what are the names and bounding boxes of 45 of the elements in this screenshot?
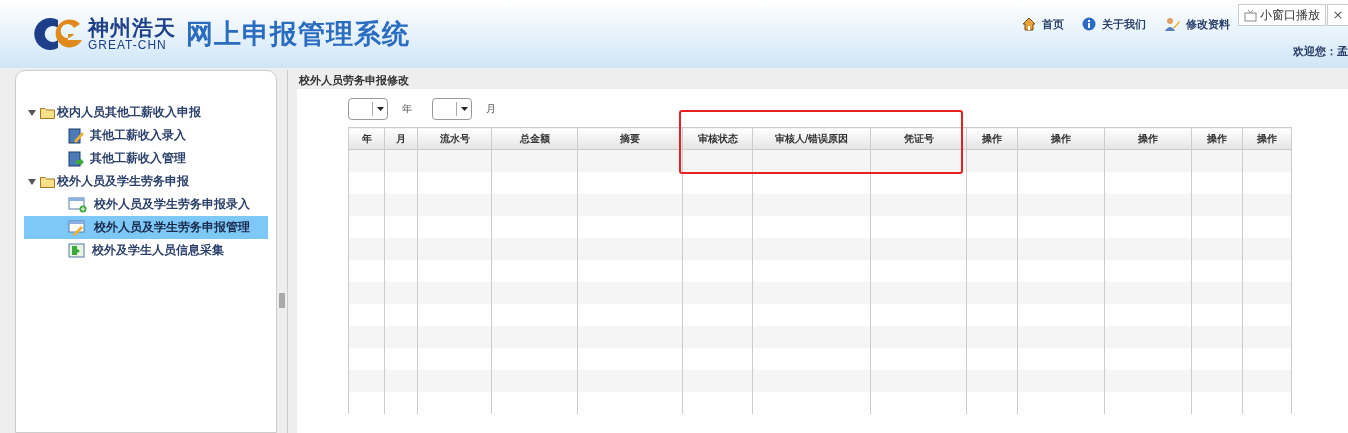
caret-icon — [376, 107, 384, 111]
page-title: 校外人员劳务申报修改 — [298, 73, 410, 89]
logo-text: 神州浩天 — [88, 17, 176, 39]
tree-item[interactable]: 校外人员及学生劳务申报管理 — [24, 216, 268, 239]
home-icon — [1022, 17, 1036, 31]
column-header[interactable]: 流水号 — [417, 127, 492, 150]
column-header[interactable]: 月 — [384, 127, 418, 150]
column-header[interactable]: 审核人/错误原因 — [752, 127, 871, 150]
dropdown[interactable] — [432, 98, 472, 120]
dropdown[interactable] — [348, 98, 388, 120]
info-icon — [1082, 17, 1096, 31]
unit-label: 年 — [402, 102, 412, 116]
popup-button[interactable]: 小窗口播放 — [1238, 4, 1326, 26]
tree-item[interactable]: 其他工薪收入录入 — [24, 124, 268, 147]
column-header[interactable]: 操作 — [1242, 127, 1292, 150]
tree-group[interactable]: 校内人员其他工薪收入申报 — [28, 101, 276, 124]
logo-subtitle: GREAT-CHN — [88, 38, 167, 51]
column-header[interactable]: 年 — [348, 127, 385, 150]
column-header[interactable]: 操作 — [1017, 127, 1105, 150]
column-header[interactable]: 凭证号 — [870, 127, 967, 150]
folder-icon — [40, 175, 55, 188]
caret-icon — [460, 107, 468, 111]
nav-link[interactable]: 修改资料 — [1164, 16, 1230, 32]
column-header[interactable]: 摘要 — [577, 127, 683, 150]
column-header[interactable]: 操作 — [1104, 127, 1192, 150]
welcome-text: 欢迎您：孟 — [1293, 44, 1348, 59]
column-header[interactable]: 操作 — [1191, 127, 1243, 150]
column-header[interactable]: 审核状态 — [682, 127, 753, 150]
window-add-icon — [68, 196, 88, 213]
close-button[interactable]: × — [1327, 4, 1348, 26]
window-pencil-icon — [68, 219, 88, 236]
tree-item[interactable]: 其他工薪收入管理 — [24, 147, 268, 170]
user-edit-icon — [1164, 16, 1180, 32]
tree-group[interactable]: 校外人员及学生劳务申报 — [28, 170, 276, 193]
tree-item[interactable]: 校外人员及学生劳务申报录入 — [24, 193, 268, 216]
folder-icon — [40, 106, 55, 119]
nav-link[interactable]: 关于我们 — [1082, 16, 1146, 32]
unit-label: 月 — [486, 102, 496, 116]
app-title: 网上申报管理系统 — [186, 17, 410, 51]
tree-item[interactable]: 校外及学生人员信息采集 — [24, 239, 268, 262]
column-header[interactable]: 操作 — [966, 127, 1018, 150]
tv-icon — [1244, 8, 1257, 22]
nav-link[interactable]: 首页 — [1022, 16, 1064, 32]
notebook-pencil-icon — [68, 127, 84, 144]
column-header[interactable]: 总金额 — [491, 127, 578, 150]
